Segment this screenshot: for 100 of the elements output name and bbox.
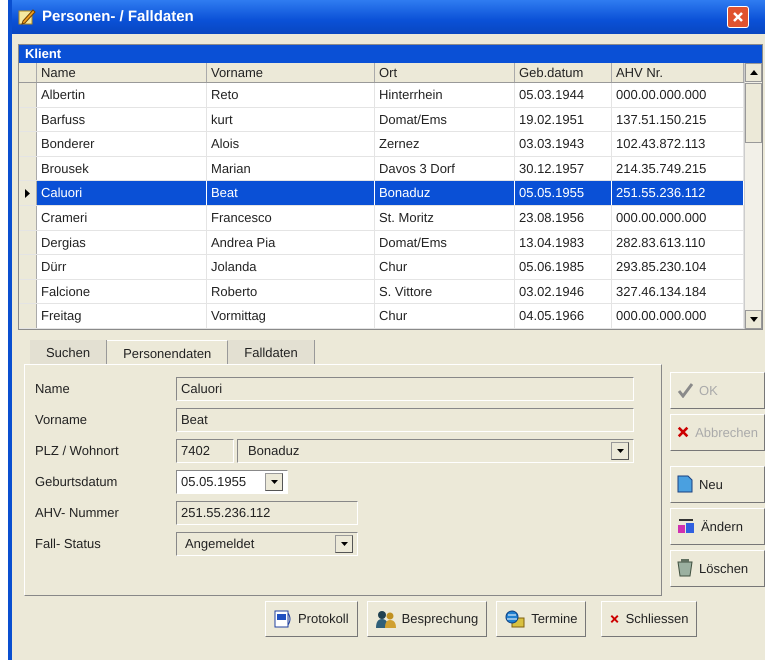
trash-icon bbox=[677, 559, 693, 578]
table-cell: 13.04.1983 bbox=[515, 230, 612, 254]
table-cell: Beat bbox=[207, 181, 375, 205]
table-cell: Bonaduz bbox=[375, 181, 515, 205]
close-button[interactable]: Schliessen bbox=[601, 600, 698, 637]
table-cell: Vormittag bbox=[207, 304, 375, 328]
table-cell: 03.02.1946 bbox=[515, 280, 612, 304]
table-cell: Dergias bbox=[37, 230, 207, 254]
document-icon bbox=[677, 475, 693, 494]
edit-icon bbox=[677, 518, 695, 534]
table-cell: Albertin bbox=[37, 83, 207, 107]
table-row[interactable]: Freitag Vormittag Chur 04.05.1966 000.00.000.000 bbox=[19, 304, 744, 329]
caret-icon bbox=[270, 480, 278, 484]
table-row[interactable]: Albertin Reto Hinterrhein 05.03.1944 000.00.000.000 bbox=[19, 83, 744, 108]
table-cell: 251.55.236.112 bbox=[612, 181, 744, 205]
table-cell: Dürr bbox=[37, 255, 207, 279]
caret-icon bbox=[340, 542, 348, 546]
table-row[interactable]: Dürr Jolanda Chur 05.06.1985 293.85.230.104 bbox=[19, 255, 744, 280]
dropdown-button[interactable] bbox=[335, 534, 353, 553]
cross-icon bbox=[677, 425, 690, 440]
dropdown-field[interactable]: Bonaduz bbox=[237, 438, 634, 463]
protocol-button[interactable]: Protokoll bbox=[265, 600, 358, 637]
table-cell: Falcione bbox=[37, 280, 207, 304]
input-field[interactable]: 7402 bbox=[176, 438, 234, 463]
field-label: Vorname bbox=[35, 411, 88, 430]
scroll-up-icon bbox=[750, 70, 758, 75]
tab[interactable]: Falldaten bbox=[228, 340, 315, 364]
column-header[interactable]: Geb.datum bbox=[515, 63, 612, 82]
edit-button[interactable]: Ändern bbox=[670, 508, 765, 545]
field-label: Name bbox=[35, 380, 71, 398]
table-cell: 05.06.1985 bbox=[515, 255, 612, 279]
field-value: Bonaduz bbox=[247, 442, 300, 460]
table-row[interactable]: Crameri Francesco St. Moritz 23.08.1956 000.00.000.000 bbox=[19, 206, 744, 231]
table-cell: Reto bbox=[207, 83, 375, 107]
table-cell: kurt bbox=[207, 108, 375, 132]
globe-icon bbox=[505, 610, 526, 628]
table-row[interactable]: Barfuss kurt Domat/Ems 19.02.1951 137.51.150.215 bbox=[19, 108, 744, 132]
dropdown-field[interactable]: Angemeldet bbox=[176, 532, 358, 556]
table-row[interactable]: Falcione Roberto S. Vittore 03.02.1946 327.46.134.184 bbox=[19, 280, 744, 304]
input-field[interactable]: Caluori bbox=[176, 376, 634, 401]
table-cell: Davos 3 Dorf bbox=[375, 156, 515, 180]
table-cell: Alois bbox=[207, 132, 375, 156]
table-cell: Crameri bbox=[37, 206, 207, 230]
table-cell: Francesco bbox=[207, 206, 375, 230]
table-cell: Roberto bbox=[207, 280, 375, 304]
check-icon bbox=[677, 382, 693, 398]
row-header[interactable] bbox=[19, 181, 37, 205]
field-label: Fall- Status bbox=[35, 535, 102, 554]
table-cell: 23.08.1956 bbox=[515, 206, 612, 230]
table-cell: Caluori bbox=[37, 181, 207, 205]
table-cell: 19.02.1951 bbox=[515, 108, 612, 132]
caret-icon bbox=[616, 448, 624, 453]
pencil-icon bbox=[18, 8, 36, 26]
table-cell: Andrea Pia bbox=[207, 230, 375, 254]
table-cell: 30.12.1957 bbox=[515, 156, 612, 180]
scroll-down-icon bbox=[750, 316, 758, 322]
tab[interactable]: Personendaten bbox=[107, 340, 228, 364]
delete-button[interactable]: Löschen bbox=[670, 550, 765, 587]
table-cell: Domat/Ems bbox=[375, 230, 515, 254]
table-cell: 03.03.1943 bbox=[515, 132, 612, 156]
document-icon bbox=[274, 610, 292, 628]
field-label: Geburtsdatum bbox=[35, 473, 118, 492]
column-header[interactable]: Name bbox=[37, 63, 207, 82]
grid-title: Klient bbox=[19, 45, 762, 63]
table-cell: Brousek bbox=[37, 156, 207, 180]
scrollbar[interactable] bbox=[744, 63, 762, 329]
table-cell: Zernez bbox=[375, 132, 515, 156]
meeting-button[interactable]: Besprechung bbox=[366, 600, 488, 637]
dropdown-button[interactable] bbox=[265, 472, 283, 491]
table-cell: Chur bbox=[375, 255, 515, 279]
appointments-button[interactable]: Termine bbox=[496, 600, 586, 637]
input-field[interactable]: Beat bbox=[176, 408, 634, 432]
table-row[interactable]: Bonderer Alois Zernez 03.03.1943 102.43.872.113 bbox=[19, 132, 744, 157]
date-field[interactable]: 05.05.1955 bbox=[176, 470, 288, 494]
table-cell: Chur bbox=[375, 304, 515, 328]
dropdown-button[interactable] bbox=[611, 442, 629, 460]
field-label: PLZ / Wohnort bbox=[35, 442, 120, 460]
scroll-thumb[interactable] bbox=[745, 83, 762, 143]
table-cell: 05.05.1955 bbox=[515, 181, 612, 205]
table-cell: S. Vittore bbox=[375, 280, 515, 304]
table-row[interactable]: Caluori Beat Bonaduz 05.05.1955 251.55.236.112 bbox=[19, 181, 744, 206]
column-header[interactable]: Ort bbox=[375, 63, 515, 82]
table-cell: Domat/Ems bbox=[375, 108, 515, 132]
tab[interactable]: Suchen bbox=[30, 340, 108, 364]
people-icon bbox=[376, 610, 396, 628]
table-cell: St. Moritz bbox=[375, 206, 515, 230]
new-button[interactable]: Neu bbox=[670, 466, 765, 503]
close-icon bbox=[732, 11, 744, 23]
input-field[interactable]: 251.55.236.112 bbox=[176, 500, 358, 525]
table-cell: Barfuss bbox=[37, 108, 207, 132]
field-value: Angemeldet bbox=[184, 535, 254, 554]
row-pointer-icon bbox=[25, 188, 30, 198]
column-header[interactable]: Vorname bbox=[207, 63, 375, 82]
window-title: Personen- / Falldaten bbox=[42, 6, 194, 27]
close-button[interactable] bbox=[727, 6, 749, 28]
table-cell: Bonderer bbox=[37, 132, 207, 156]
table-cell: Freitag bbox=[37, 304, 207, 328]
table-cell: 04.05.1966 bbox=[515, 304, 612, 328]
table-row[interactable]: Dergias Andrea Pia Domat/Ems 13.04.1983 282.83.613.110 bbox=[19, 230, 744, 256]
table-cell: 05.03.1944 bbox=[515, 83, 612, 107]
